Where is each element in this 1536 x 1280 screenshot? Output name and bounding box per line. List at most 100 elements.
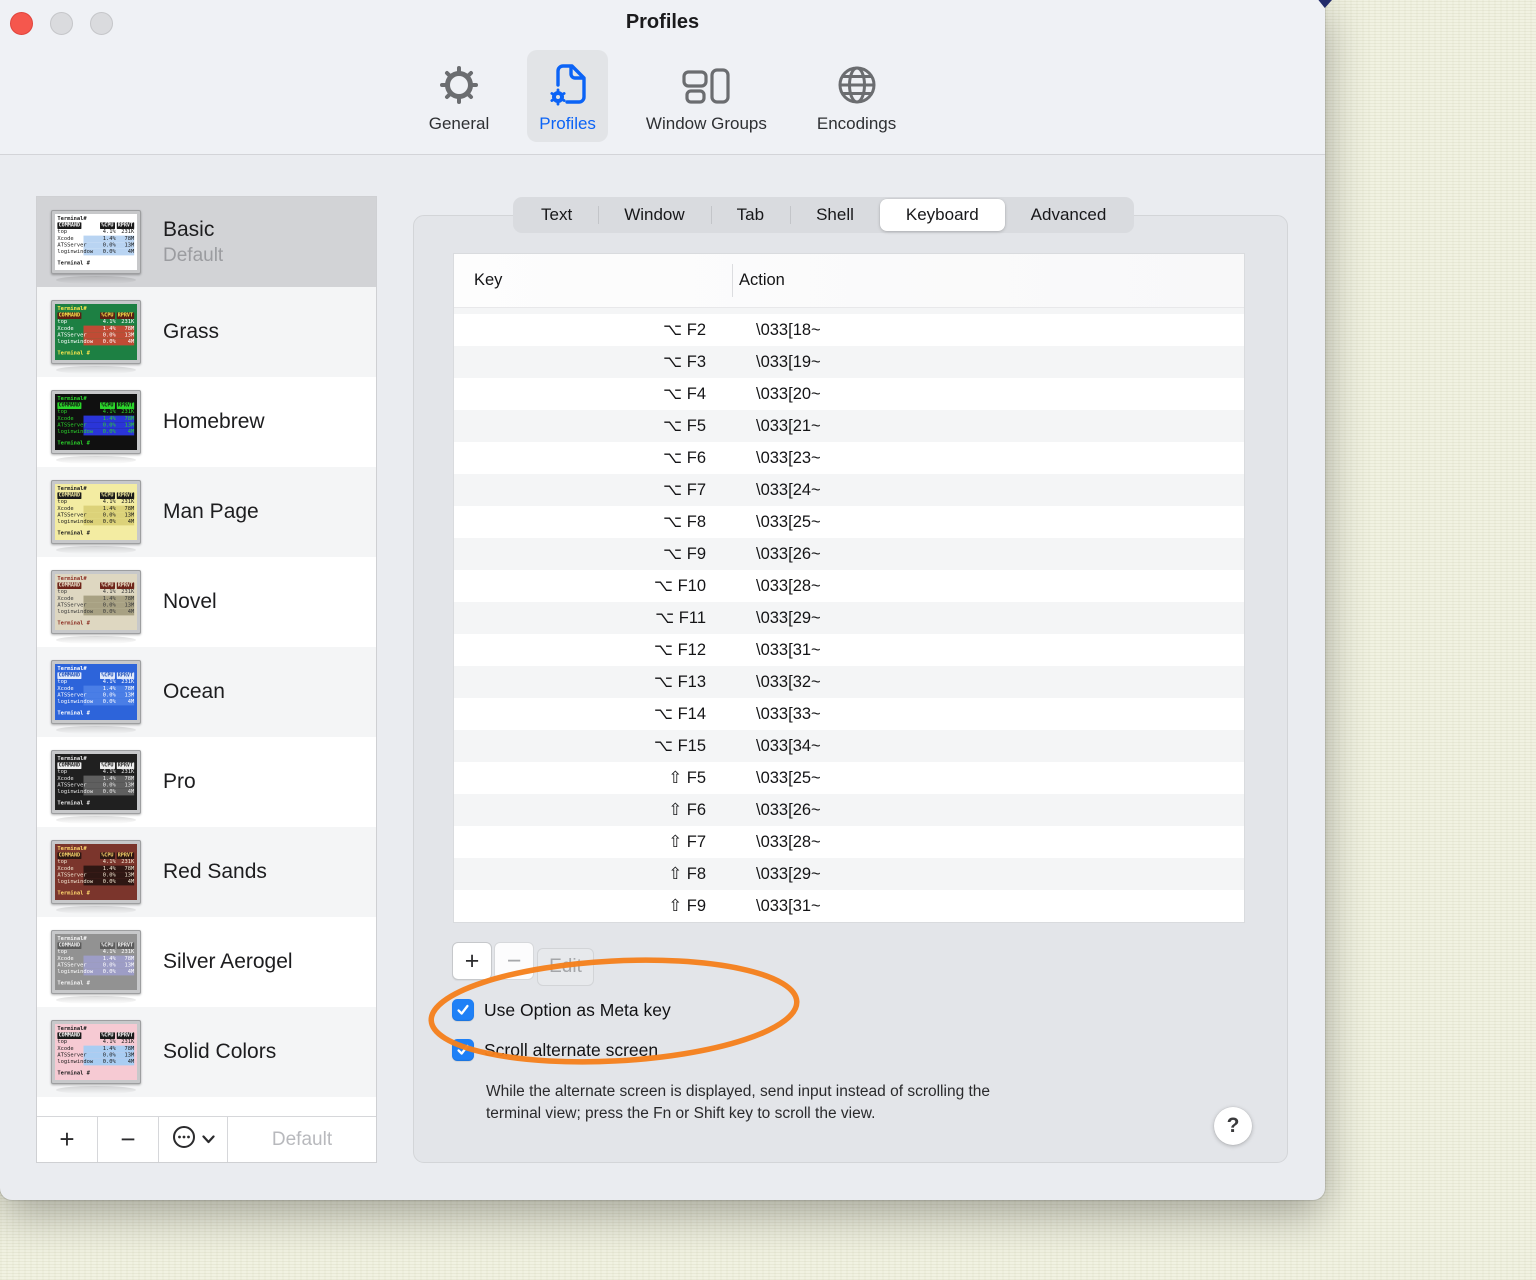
profile-row-novel[interactable]: Terminal# COMMAND %CPU RPRVT top 4.1% 231K Xcod… xyxy=(37,557,376,647)
profile-row-homebrew[interactable]: Terminal# COMMAND %CPU RPRVT top 4.1% 231K Xcod… xyxy=(37,377,376,467)
key-cell: ⌥ F7 xyxy=(663,481,706,499)
key-binding-row[interactable]: ⌥ F9 \033[26~ xyxy=(454,538,1244,570)
add-key-binding-button[interactable]: + xyxy=(452,942,492,980)
scroll-alternate-screen-label: Scroll alternate screen xyxy=(484,1039,659,1060)
action-cell: \033[26~ xyxy=(756,800,821,819)
key-binding-row[interactable]: ⌥ F10 \033[28~ xyxy=(454,570,1244,602)
toolbar-label-profiles: Profiles xyxy=(539,114,596,133)
profile-row-ocean[interactable]: Terminal# COMMAND %CPU RPRVT top 4.1% 231K Xcod… xyxy=(37,647,376,737)
toolbar-item-general[interactable]: General xyxy=(417,50,501,142)
action-cell: \033[31~ xyxy=(756,896,821,915)
action-cell: \033[31~ xyxy=(756,640,821,659)
tab-shell[interactable]: Shell xyxy=(790,199,880,231)
profile-sidebar: Terminal# COMMAND %CPU RPRVT top 4.1% 231K Xcod… xyxy=(36,196,377,1163)
profile-name: Silver Aerogel xyxy=(163,950,293,973)
key-binding-row[interactable]: ⌥ F12 \033[31~ xyxy=(454,634,1244,666)
checkbox-checked-icon[interactable] xyxy=(452,1039,474,1061)
key-binding-row[interactable]: ⇧ F9 \033[31~ xyxy=(454,890,1244,922)
profile-row-man-page[interactable]: Terminal# COMMAND %CPU RPRVT top 4.1% 231K Xcod… xyxy=(37,467,376,557)
thumbnail-screen: Terminal# COMMAND %CPU RPRVT top 4.1% 231K Xcod… xyxy=(55,484,137,540)
key-binding-row[interactable]: ⇧ F5 \033[25~ xyxy=(454,762,1244,794)
key-table-body: ⌥ F2 \033[18~ ⌥ F3 \033[19~ ⌥ F4 \033[20~ ⌥ F5… xyxy=(454,308,1244,922)
key-binding-row[interactable]: ⌥ F5 \033[21~ xyxy=(454,410,1244,442)
profile-name: Homebrew xyxy=(163,410,265,433)
profile-name: Pro xyxy=(163,770,196,793)
action-cell: \033[24~ xyxy=(756,480,821,499)
key-cell: ⌥ F14 xyxy=(653,705,706,723)
ellipsis-circle-icon xyxy=(171,1124,197,1155)
gear-icon xyxy=(437,61,481,107)
remove-profile-button[interactable]: − xyxy=(98,1117,159,1162)
key-cell: ⌥ F10 xyxy=(653,577,706,595)
action-cell: \033[33~ xyxy=(756,704,821,723)
profile-row-pro[interactable]: Terminal# COMMAND %CPU RPRVT top 4.1% 231K Xcod… xyxy=(37,737,376,827)
profile-name: Solid Colors xyxy=(163,1040,277,1063)
key-binding-row[interactable]: ⇧ F8 \033[29~ xyxy=(454,858,1244,890)
tab-text[interactable]: Text xyxy=(515,199,598,231)
set-default-button[interactable]: Default xyxy=(228,1117,376,1162)
key-binding-row[interactable]: ⌥ F8 \033[25~ xyxy=(454,506,1244,538)
key-binding-row[interactable]: ⇧ F7 \033[28~ xyxy=(454,826,1244,858)
column-header-key: Key xyxy=(474,271,503,289)
key-cell: ⌥ F6 xyxy=(663,449,706,467)
tab-advanced[interactable]: Advanced xyxy=(1005,199,1133,231)
use-option-as-meta-checkbox-row[interactable]: Use Option as Meta key xyxy=(452,997,671,1023)
key-cell: ⇧ F5 xyxy=(668,769,706,787)
key-cell: ⇧ F7 xyxy=(668,833,706,851)
edit-key-binding-button[interactable]: Edit xyxy=(537,948,594,986)
globe-icon xyxy=(835,61,879,107)
key-binding-row[interactable]: ⇧ F6 \033[26~ xyxy=(454,794,1244,826)
profile-row-grass[interactable]: Terminal# COMMAND %CPU RPRVT top 4.1% 231K Xcod… xyxy=(37,287,376,377)
action-cell: \033[25~ xyxy=(756,512,821,531)
action-cell: \033[29~ xyxy=(756,864,821,883)
key-bindings-table[interactable]: Key Action ⌥ F2 \033[18~ ⌥ F3 \033[19~ ⌥ F4 \… xyxy=(453,253,1245,923)
key-binding-row[interactable]: ⌥ F3 \033[19~ xyxy=(454,346,1244,378)
key-binding-row[interactable]: ⌥ F14 \033[33~ xyxy=(454,698,1244,730)
add-profile-button[interactable]: + xyxy=(37,1117,98,1162)
thumbnail-screen: Terminal# COMMAND %CPU RPRVT top 4.1% 231K Xcod… xyxy=(55,664,137,720)
profile-document-icon xyxy=(548,61,588,107)
key-binding-row[interactable]: ⌥ F4 \033[20~ xyxy=(454,378,1244,410)
profile-row-basic[interactable]: Terminal# COMMAND %CPU RPRVT top 4.1% 231K Xcod… xyxy=(37,197,376,287)
key-binding-row[interactable]: ⌥ F11 \033[29~ xyxy=(454,602,1244,634)
thumbnail-screen: Terminal# COMMAND %CPU RPRVT top 4.1% 231K Xcod… xyxy=(55,214,137,270)
toolbar-label-encodings: Encodings xyxy=(816,114,897,133)
checkbox-checked-icon[interactable] xyxy=(452,999,474,1021)
toolbar-item-encodings[interactable]: Encodings xyxy=(805,50,908,142)
profile-thumbnail: Terminal# COMMAND %CPU RPRVT top 4.1% 231K Xcod… xyxy=(51,480,141,554)
tab-tab[interactable]: Tab xyxy=(710,199,790,231)
key-binding-row[interactable]: ⌥ F13 \033[32~ xyxy=(454,666,1244,698)
key-table-header: Key Action xyxy=(454,254,1244,308)
profile-row-solid-colors[interactable]: Terminal# COMMAND %CPU RPRVT top 4.1% 231K Xcod… xyxy=(37,1007,376,1097)
action-cell: \033[26~ xyxy=(756,544,821,563)
thumbnail-screen: Terminal# COMMAND %CPU RPRVT top 4.1% 231K Xcod… xyxy=(55,304,137,360)
key-binding-row[interactable]: ⌥ F7 \033[24~ xyxy=(454,474,1244,506)
thumbnail-screen: Terminal# COMMAND %CPU RPRVT top 4.1% 231K Xcod… xyxy=(55,934,137,990)
profile-name: Red Sands xyxy=(163,860,267,883)
profile-name: Novel xyxy=(163,590,217,613)
toolbar-item-profiles[interactable]: Profiles xyxy=(527,50,608,142)
scroll-alternate-screen-checkbox-row[interactable]: Scroll alternate screen xyxy=(452,1037,658,1063)
action-cell: \033[32~ xyxy=(756,672,821,691)
profile-name: Ocean xyxy=(163,680,225,703)
tab-keyboard[interactable]: Keyboard xyxy=(879,199,1005,231)
key-cell: ⌥ F12 xyxy=(653,641,706,659)
action-cell: \033[29~ xyxy=(756,608,821,627)
key-binding-row[interactable]: ⌥ F6 \033[23~ xyxy=(454,442,1244,474)
help-button[interactable]: ? xyxy=(1214,1107,1252,1145)
more-options-button[interactable] xyxy=(159,1117,228,1162)
preferences-toolbar: General Profiles Window Groups Encodings xyxy=(0,48,1325,155)
key-binding-row[interactable]: ⌥ F15 \033[34~ xyxy=(454,730,1244,762)
action-cell: \033[20~ xyxy=(756,384,821,403)
tab-window[interactable]: Window xyxy=(598,199,710,231)
use-option-as-meta-label: Use Option as Meta key xyxy=(484,999,671,1020)
profile-row-silver-aerogel[interactable]: Terminal# COMMAND %CPU RPRVT top 4.1% 231K Xcod… xyxy=(37,917,376,1007)
column-divider xyxy=(732,264,733,297)
key-cell: ⌥ F15 xyxy=(653,737,706,755)
toolbar-item-window-groups[interactable]: Window Groups xyxy=(634,50,779,142)
key-binding-row[interactable]: ⌥ F2 \033[18~ xyxy=(454,314,1244,346)
profile-name: Basic xyxy=(163,217,215,241)
profile-list[interactable]: Terminal# COMMAND %CPU RPRVT top 4.1% 231K Xcod… xyxy=(37,197,376,1116)
profile-row-red-sands[interactable]: Terminal# COMMAND %CPU RPRVT top 4.1% 231K Xcod… xyxy=(37,827,376,917)
remove-key-binding-button[interactable]: − xyxy=(494,942,534,980)
